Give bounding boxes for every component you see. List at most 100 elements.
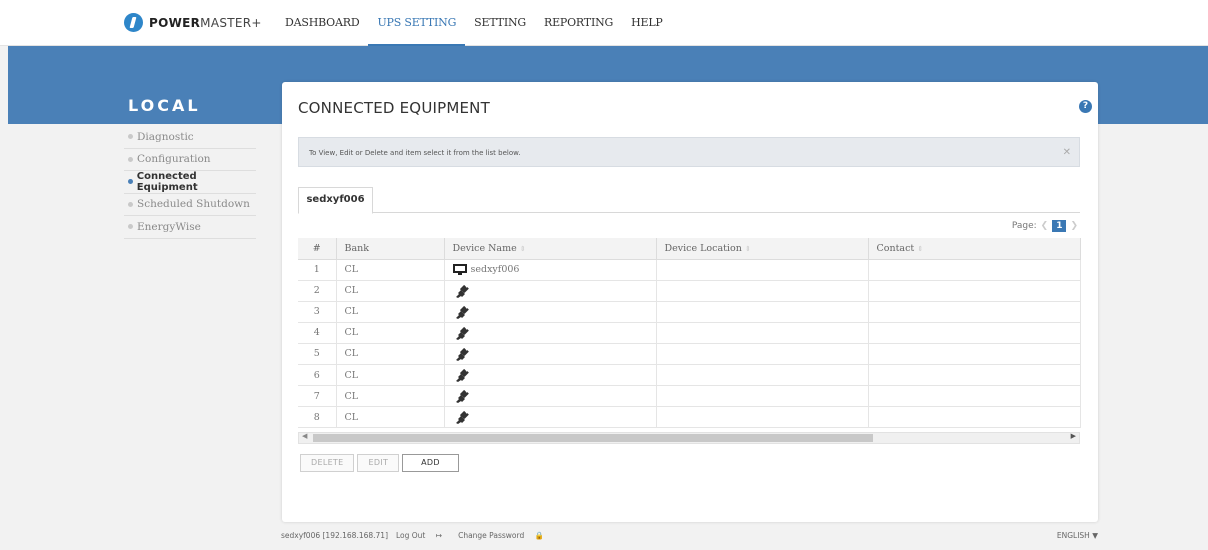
- pager-label: Page:: [1011, 221, 1037, 231]
- help-icon[interactable]: ?: [1079, 100, 1092, 113]
- table-row[interactable]: 8 CL: [298, 406, 1081, 429]
- page-number-current[interactable]: 1: [1052, 220, 1067, 232]
- nav-ups-setting[interactable]: UPS SETTING: [368, 0, 466, 46]
- delete-button[interactable]: DELETE: [300, 454, 355, 472]
- plug-icon: [453, 389, 469, 404]
- cell-bank: CL: [336, 364, 445, 387]
- user-info: sedxyf006 [192.168.168.71]: [281, 531, 388, 540]
- info-message: To View, Edit or Delete and item select …: [298, 137, 1080, 167]
- cell-bank: CL: [336, 343, 445, 365]
- sidebar-item-label: Scheduled Shutdown: [137, 198, 250, 211]
- equipment-table: # Bank Device Name ⇕ Device Location ⇕ Con…: [298, 238, 1081, 429]
- connected-equipment-panel: CONNECTED EQUIPMENT ? To View, Edit or D…: [282, 82, 1098, 522]
- scroll-left-icon[interactable]: ◀: [302, 432, 307, 440]
- info-text: To View, Edit or Delete and item select …: [309, 149, 521, 157]
- cell-number: 8: [298, 406, 337, 429]
- cell-number: 4: [298, 322, 337, 344]
- device-name-text: sedxyf006: [470, 264, 520, 276]
- cell-device-location: [656, 322, 869, 344]
- cell-number: 5: [298, 343, 337, 365]
- sidebar-item-scheduled-shutdown[interactable]: Scheduled Shutdown: [124, 194, 256, 216]
- plug-icon: [453, 305, 469, 319]
- bullet-icon: [128, 179, 133, 185]
- cell-device-name: [444, 322, 657, 344]
- plug-icon: [453, 368, 469, 383]
- cell-contact: [868, 343, 1081, 365]
- scroll-right-icon[interactable]: ▶: [1071, 432, 1076, 440]
- table-row[interactable]: 2 CL: [298, 280, 1081, 302]
- table-row[interactable]: 4 CL: [298, 322, 1081, 344]
- column-header-number: #: [298, 238, 337, 260]
- band-gutter: [0, 46, 8, 124]
- sort-icon[interactable]: ⇕: [745, 245, 751, 253]
- bullet-icon: [128, 201, 133, 207]
- cell-contact: [868, 364, 1081, 387]
- sidebar-item-diagnostic[interactable]: Diagnostic: [124, 126, 256, 149]
- main-nav: DASHBOARD UPS SETTING SETTING REPORTING …: [285, 0, 672, 46]
- nav-dashboard[interactable]: DASHBOARD: [285, 0, 368, 46]
- change-password-link[interactable]: Change Password 🔒: [458, 531, 552, 540]
- column-header-contact[interactable]: Contact ⇕: [868, 238, 1081, 260]
- chevron-right-icon[interactable]: ❯: [1070, 221, 1078, 231]
- powermaster-logo-icon: [124, 13, 143, 32]
- sidebar-item-label: Diagnostic: [137, 130, 194, 143]
- tab-sedxyf006[interactable]: sedxyf006: [298, 187, 373, 214]
- table-row[interactable]: 6 CL: [298, 364, 1081, 387]
- sidebar-item-configuration[interactable]: Configuration: [124, 149, 256, 171]
- column-header-device-name[interactable]: Device Name ⇕: [444, 238, 657, 260]
- sort-icon[interactable]: ⇕: [520, 245, 526, 253]
- sidebar: Diagnostic Configuration Connected Equip…: [124, 126, 256, 239]
- cell-device-name: sedxyf006: [444, 259, 657, 281]
- close-icon[interactable]: ✕: [1063, 138, 1071, 168]
- chevron-left-icon[interactable]: ❮: [1041, 221, 1049, 231]
- cell-bank: CL: [336, 280, 445, 302]
- cell-device-name: [444, 364, 657, 387]
- cell-bank: CL: [336, 385, 445, 408]
- brand-logo[interactable]: POWERMASTER+: [124, 13, 262, 32]
- cell-device-location: [656, 343, 869, 365]
- plug-icon: [453, 326, 469, 340]
- table-row[interactable]: 7 CL: [298, 385, 1081, 408]
- sidebar-item-label: Connected Equipment: [136, 170, 198, 193]
- edit-button[interactable]: EDIT: [357, 454, 400, 472]
- column-header-bank: Bank: [336, 238, 445, 260]
- bullet-icon: [128, 224, 133, 230]
- brand-name: POWERMASTER+: [149, 15, 262, 30]
- horizontal-scrollbar[interactable]: ◀ ▶: [298, 432, 1080, 444]
- cell-device-name: [444, 280, 657, 302]
- cell-device-location: [656, 280, 869, 302]
- device-tabs: sedxyf006: [298, 187, 1080, 214]
- sidebar-item-energywise[interactable]: EnergyWise: [124, 216, 256, 239]
- cell-number: 2: [298, 280, 337, 302]
- cell-device-name: [444, 343, 657, 365]
- cell-device-location: [656, 301, 869, 323]
- monitor-icon: [452, 264, 467, 276]
- cell-device-location: [656, 259, 869, 281]
- table-row[interactable]: 5 CL: [298, 343, 1081, 365]
- cell-device-name: [444, 301, 657, 323]
- table-row[interactable]: 3 CL: [298, 301, 1081, 323]
- nav-reporting[interactable]: REPORTING: [535, 0, 622, 46]
- table-row[interactable]: 1 CL sedxyf006: [298, 259, 1081, 281]
- chevron-down-icon: ▼: [1092, 531, 1098, 540]
- sidebar-item-connected-equipment[interactable]: Connected Equipment: [124, 171, 256, 194]
- language-select[interactable]: ENGLISH ▼: [1057, 531, 1098, 540]
- cell-bank: CL: [336, 301, 445, 323]
- cell-bank: CL: [336, 259, 445, 281]
- cell-device-location: [656, 406, 869, 429]
- add-button[interactable]: ADD: [402, 454, 459, 472]
- action-buttons: DELETE EDIT ADD: [300, 454, 462, 472]
- nav-help[interactable]: HELP: [622, 0, 672, 46]
- column-header-device-location[interactable]: Device Location ⇕: [656, 238, 869, 260]
- cell-contact: [868, 385, 1081, 408]
- scrollbar-thumb[interactable]: [313, 434, 873, 442]
- footer: sedxyf006 [192.168.168.71] Log Out ↦ Cha…: [281, 531, 560, 540]
- bullet-icon: [128, 134, 133, 140]
- table-header-row: # Bank Device Name ⇕ Device Location ⇕ Con…: [298, 238, 1081, 260]
- logout-link[interactable]: Log Out ↦: [396, 531, 450, 540]
- sidebar-item-label: EnergyWise: [137, 220, 201, 233]
- cell-contact: [868, 322, 1081, 344]
- cell-device-location: [656, 385, 869, 408]
- sort-icon[interactable]: ⇕: [917, 245, 923, 253]
- nav-setting[interactable]: SETTING: [465, 0, 535, 46]
